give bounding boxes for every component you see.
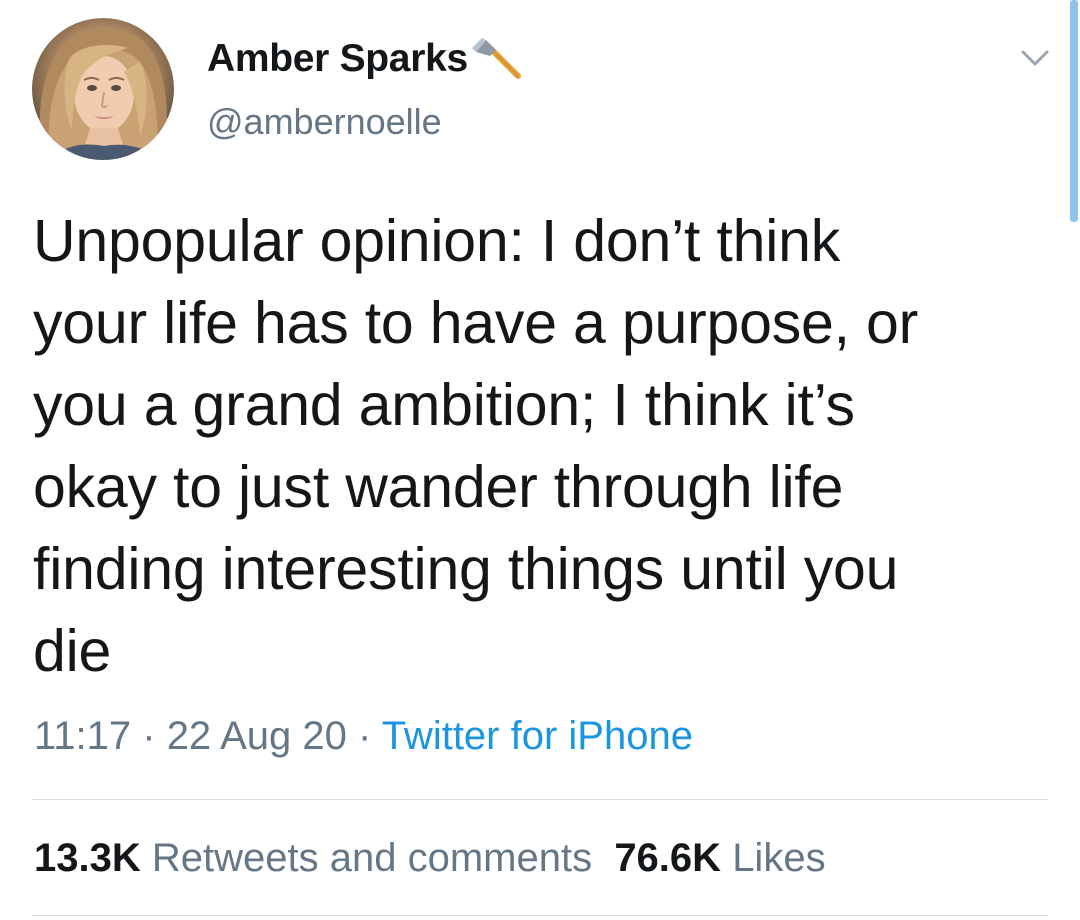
meta-separator: · — [131, 714, 167, 758]
divider — [32, 799, 1048, 800]
tweet-stats: 13.3K Retweets and comments 76.6K Likes — [34, 836, 826, 881]
axe-icon — [471, 36, 524, 82]
tweet-card: Amber Sparks @ambernoelle Unpopular opin… — [0, 0, 1080, 920]
author-row: Amber Sparks — [207, 34, 524, 84]
display-name[interactable]: Amber Sparks — [207, 37, 468, 81]
tweet-text: Unpopular opinion: I don’t think your li… — [33, 208, 919, 684]
divider — [32, 915, 1048, 916]
tweet-meta: 11:17 · 22 Aug 20 · Twitter for iPhone — [34, 714, 693, 759]
tweet-source-link[interactable]: Twitter for iPhone — [382, 714, 693, 758]
meta-separator: · — [346, 714, 382, 758]
chevron-down-icon[interactable] — [1015, 42, 1055, 74]
author-handle[interactable]: @ambernoelle — [207, 101, 442, 143]
retweets-label: Retweets and comments — [151, 836, 593, 880]
scroll-indicator[interactable] — [1070, 0, 1078, 222]
avatar[interactable] — [32, 18, 174, 160]
retweets-stat[interactable]: 13.3K Retweets and comments — [34, 836, 592, 880]
tweet-date[interactable]: 22 Aug 20 — [167, 714, 347, 758]
likes-label: Likes — [732, 836, 826, 880]
likes-stat[interactable]: 76.6K Likes — [614, 836, 825, 880]
tweet-time[interactable]: 11:17 — [34, 714, 131, 758]
retweets-count: 13.3K — [34, 836, 141, 880]
likes-count: 76.6K — [614, 836, 722, 880]
